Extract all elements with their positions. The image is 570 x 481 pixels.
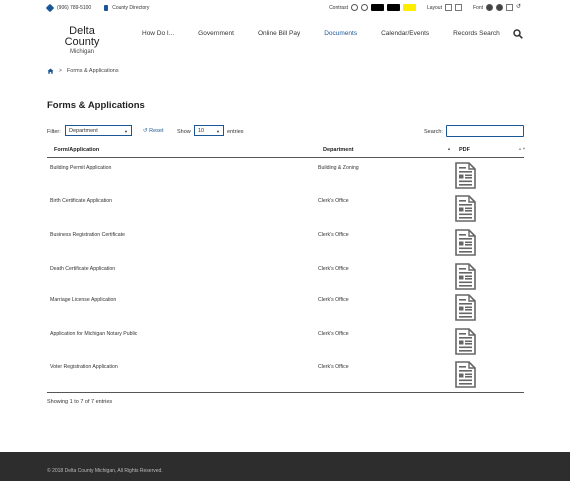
layout-narrow-icon[interactable] [444,4,452,11]
font-decrease-icon[interactable] [486,4,493,11]
home-icon[interactable] [47,68,54,74]
table-header: Form/Application Department ▲ PDF ▲▼ [47,143,526,158]
form-name-cell: Marriage License Application [50,297,117,303]
table-row: Birth Certificate Application Clerk's Off… [47,192,524,224]
site-logo[interactable]: Delta County Michigan [51,25,113,56]
reset-label: Reset [149,128,164,134]
column-header-department[interactable]: Department [323,147,354,153]
form-name-cell: Death Certificate Application [50,266,116,272]
footer-copyright: © 2018 Delta County Michigan, All Rights… [47,468,163,474]
contrast-label: Contrast [329,4,348,11]
font-default-icon[interactable] [506,4,513,11]
reset-button[interactable]: ↺ Reset [143,128,164,134]
breadcrumb: > Forms & Applications [47,68,119,74]
nav-how-do-i[interactable]: How Do I... [142,30,174,37]
department-cell: Clerk's Office [318,232,349,238]
table-bottom-rule [47,392,524,393]
filter-selected-value: Department [69,128,98,134]
pdf-document-icon[interactable] [455,229,476,256]
table-row: Death Certificate Application Clerk's Off… [47,260,524,292]
nav-calendar-events[interactable]: Calendar/Events [381,30,429,37]
table-row: Marriage License Application Clerk's Offi… [47,291,524,323]
main-nav: How Do I... Government Online Bill Pay D… [142,30,524,37]
entries-selected-value: 10 [198,128,205,134]
nav-online-bill-pay[interactable]: Online Bill Pay [258,30,300,37]
search-icon[interactable] [513,29,523,39]
breadcrumb-separator-icon: > [59,68,62,74]
directory-icon [104,5,109,11]
pdf-document-icon[interactable] [455,263,476,290]
column-header-pdf[interactable]: PDF [459,147,470,153]
table-search-input[interactable] [446,125,524,137]
breadcrumb-current: Forms & Applications [66,68,119,74]
pdf-document-icon[interactable] [455,294,476,321]
forms-table: Form/Application Department ▲ PDF ▲▼ Bui… [47,143,526,388]
column-header-form[interactable]: Form/Application [54,147,99,153]
form-name-cell: Voter Registration Application [50,364,118,370]
nav-records-search[interactable]: Records Search [453,30,500,37]
font-increase-icon[interactable] [496,4,503,11]
department-cell: Clerk's Office [318,198,349,204]
layout-label: Layout [426,4,442,11]
contrast-inverted-button[interactable] [386,4,400,11]
table-controls: Filter: Department ▼ ↺ Reset Show 10 ▼ e… [47,125,524,138]
site-header: Delta County Michigan How Do I... Govern… [0,16,570,56]
site-footer: © 2018 Delta County Michigan, All Rights… [0,452,570,481]
chevron-down-icon: ▼ [216,129,220,134]
form-name-cell: Business Registration Certificate [50,232,125,238]
contrast-yellow-button[interactable] [402,4,416,11]
table-row: Application for Michigan Notary Public Cl… [47,325,524,357]
entries-label: entries [227,129,244,135]
department-cell: Clerk's Office [318,331,349,337]
table-row: Business Registration Certificate Clerk's… [47,226,524,258]
contrast-toggle-icon[interactable] [360,4,368,11]
search-label: Search: [424,129,443,135]
department-cell: Clerk's Office [318,266,349,272]
department-cell: Clerk's Office [318,297,349,303]
pdf-document-icon[interactable] [455,328,476,355]
sort-ascending-icon[interactable]: ▲ [447,146,451,151]
nav-government[interactable]: Government [198,30,234,37]
phone-icon [45,3,55,13]
department-cell: Building & Zoning [318,165,359,171]
logo-title: Delta County [64,25,100,48]
county-directory-link[interactable]: County Directory [112,5,149,11]
utility-bar: (906) 789-5100 County Directory Contrast… [0,0,570,16]
pdf-document-icon[interactable] [455,195,476,222]
pdf-document-icon[interactable] [455,361,476,388]
contrast-default-icon[interactable] [350,4,358,11]
chevron-down-icon: ▼ [124,129,128,134]
sort-both-icon[interactable]: ▲▼ [518,146,526,151]
page-title: Forms & Applications [47,100,145,111]
accessibility-tools: Contrast Layout Font ↺ [329,4,523,11]
nav-documents[interactable]: Documents [324,30,357,37]
form-name-cell: Birth Certificate Application [50,198,112,204]
show-label: Show [177,129,191,135]
department-filter-select[interactable]: Department ▼ [65,125,132,136]
utility-left: (906) 789-5100 County Directory [45,3,149,13]
pdf-document-icon[interactable] [455,162,476,189]
table-info: Showing 1 to 7 of 7 entries [47,399,113,405]
logo-subtitle: Michigan [69,49,94,55]
form-name-cell: Application for Michigan Notary Public [50,331,138,337]
phone-number[interactable]: (906) 789-5100 [57,5,91,11]
table-row: Voter Registration Application Clerk's Of… [47,358,524,390]
table-row: Building Permit Application Building & Zo… [47,159,524,191]
department-cell: Clerk's Office [318,364,349,370]
reset-view-icon[interactable]: ↺ [516,4,523,11]
contrast-dark-button[interactable] [370,4,384,11]
entries-per-page-select[interactable]: 10 ▼ [194,125,224,136]
layout-wide-icon[interactable] [454,4,462,11]
font-label: Font [472,4,483,11]
form-name-cell: Building Permit Application [50,165,112,171]
filter-label: Filter: [47,129,61,135]
